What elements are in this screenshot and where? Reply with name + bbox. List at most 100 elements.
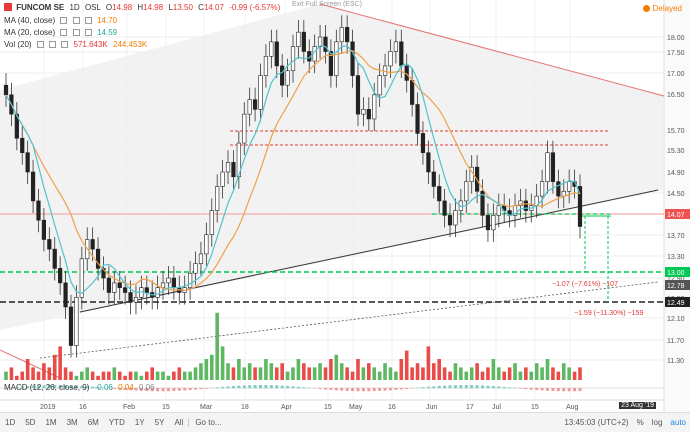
volume-bar: [486, 367, 490, 380]
level-1278-tag-text: 12.78: [667, 283, 685, 290]
settings-icon[interactable]: [49, 41, 56, 48]
clock-readout[interactable]: 13:45:03 (UTC+2): [560, 418, 632, 427]
macd-hist-bar: [486, 386, 489, 389]
candle-body: [389, 51, 393, 65]
volume-bar: [437, 359, 441, 380]
volume-bar: [275, 367, 279, 380]
candle-body: [567, 182, 571, 192]
macd-label: MACD (12, 26, close, 9): [4, 383, 89, 392]
volume-bar: [210, 355, 214, 380]
timeframe-ytd[interactable]: YTD: [104, 418, 130, 427]
timeframe-6m[interactable]: 6M: [83, 418, 104, 427]
close-icon[interactable]: [85, 17, 92, 24]
macd-hist-bar: [530, 388, 533, 390]
ma40-label: MA (40, close): [4, 16, 55, 25]
legend-macd[interactable]: MACD (12, 26, close, 9) -0.06 0.04 0.06: [4, 383, 154, 392]
macd-hist-bar: [162, 388, 165, 391]
volume-bar: [454, 363, 458, 380]
close-icon[interactable]: [61, 41, 68, 48]
candle-body: [69, 307, 73, 346]
macd-hist-bar: [189, 388, 192, 390]
volume-bar: [297, 359, 301, 380]
candle-body: [486, 215, 490, 229]
volume-bar: [145, 372, 149, 380]
macd-hist-bar: [286, 386, 289, 388]
settings-icon[interactable]: [73, 29, 80, 36]
macd-hist-bar: [438, 386, 441, 388]
candle-body: [75, 297, 79, 345]
candle-body: [394, 42, 398, 52]
ma20-label: MA (20, close): [4, 28, 55, 37]
log-toggle[interactable]: log: [648, 418, 667, 427]
volume-bar: [389, 367, 393, 380]
timeframe-1m[interactable]: 1M: [40, 418, 61, 427]
price-tick-label: 15.70: [667, 128, 685, 135]
candle-body: [107, 278, 111, 292]
volume-bar: [378, 372, 382, 380]
timeframe-1y[interactable]: 1Y: [130, 418, 150, 427]
percent-toggle[interactable]: %: [633, 418, 648, 427]
timeframe-all[interactable]: All: [169, 418, 188, 427]
macd-hist-bar: [427, 387, 430, 389]
visibility-icon[interactable]: [60, 29, 67, 36]
settings-icon[interactable]: [73, 17, 80, 24]
legend-ma20[interactable]: MA (20, close) 14.59: [4, 28, 117, 37]
timeframe-5d[interactable]: 5D: [20, 418, 40, 427]
visibility-icon[interactable]: [37, 41, 44, 48]
volume-bar: [42, 363, 46, 380]
volume-bar: [470, 367, 474, 380]
timeframe-5y[interactable]: 5Y: [150, 418, 170, 427]
candle-body: [31, 172, 35, 201]
volume-bar: [80, 372, 84, 380]
ohlc-low: 13.50: [173, 3, 193, 12]
visibility-icon[interactable]: [60, 17, 67, 24]
volume-bar: [215, 313, 219, 380]
macd-hist-bar: [292, 386, 295, 388]
macd-hist-bar: [335, 388, 338, 390]
legend-ma40[interactable]: MA (40, close) 14.70: [4, 16, 117, 25]
volume-bar: [546, 359, 550, 380]
candle-body: [372, 95, 376, 119]
volume-bar: [205, 359, 209, 380]
volume-bar: [123, 376, 127, 380]
volume-bar: [242, 367, 246, 380]
macd-hist-bar: [394, 388, 397, 390]
macd-hist-bar: [432, 386, 435, 388]
macd-hist-bar: [562, 388, 565, 391]
macd-hist-bar: [459, 385, 462, 388]
macd-hist-bar: [470, 385, 473, 388]
symbol-name[interactable]: FUNCOM SE: [16, 3, 64, 12]
candle-body: [356, 76, 360, 115]
volume-bar: [253, 367, 257, 380]
macd-value-2: 0.04: [118, 383, 134, 392]
price-chart[interactable]: 18.0017.5017.0016.5015.7015.3014.9014.50…: [0, 0, 690, 431]
goto-date-button[interactable]: Go to...: [188, 418, 227, 427]
volume-bar: [237, 359, 241, 380]
exit-fullscreen-hint[interactable]: Exit Full Screen (ESC): [292, 1, 362, 8]
volume-bar: [340, 363, 344, 380]
timeframe-3m[interactable]: 3M: [62, 418, 83, 427]
volume-bar: [345, 367, 349, 380]
auto-toggle[interactable]: auto: [666, 418, 690, 427]
timeframe-1d[interactable]: 1D: [0, 418, 20, 427]
close-icon[interactable]: [85, 29, 92, 36]
candle-body: [259, 76, 263, 110]
macd-hist-bar: [497, 386, 500, 388]
delayed-label: Delayed: [653, 4, 682, 13]
volume-bar: [31, 367, 35, 380]
macd-hist-bar: [324, 388, 327, 389]
candle-body: [302, 32, 306, 51]
volume-bar: [351, 372, 355, 380]
legend-volume[interactable]: Vol (20) 571.643K 244.453K: [4, 40, 147, 49]
candle-body: [242, 114, 246, 143]
volume-bar: [329, 359, 333, 380]
macd-hist-bar: [183, 388, 186, 390]
macd-hist-bar: [557, 388, 560, 391]
time-tick-label: Jun: [426, 404, 437, 411]
interval-label[interactable]: 1D: [69, 3, 79, 12]
price-tick-label: 13.30: [667, 254, 685, 261]
macd-hist-bar: [156, 388, 159, 391]
volume-bar: [535, 363, 539, 380]
candle-body: [286, 71, 290, 85]
candle-body: [540, 182, 544, 196]
